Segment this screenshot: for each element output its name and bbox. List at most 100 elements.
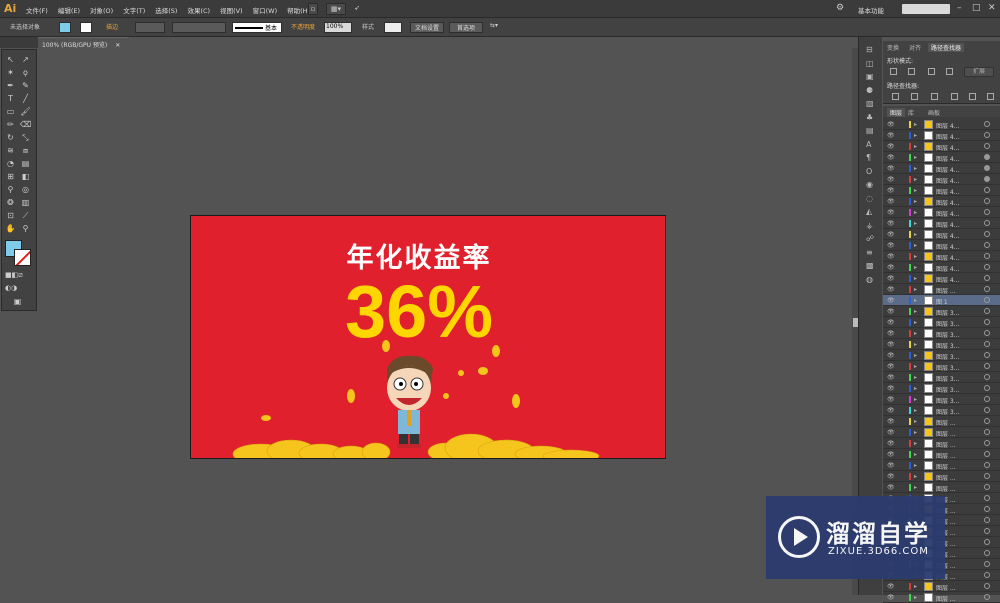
visibility-eye-icon[interactable]: 👁 <box>887 286 895 293</box>
visibility-eye-icon[interactable]: 👁 <box>887 319 895 326</box>
image-trace-icon[interactable]: ⚶ <box>866 221 873 230</box>
visibility-eye-icon[interactable]: 👁 <box>887 308 895 315</box>
target-circle-icon[interactable] <box>984 451 990 457</box>
expand-triangle-icon[interactable]: ▸ <box>914 396 917 403</box>
layer-name[interactable]: 图层 4... <box>936 220 959 229</box>
layer-name[interactable]: 图层 4... <box>936 187 959 196</box>
divide-icon[interactable] <box>892 93 899 100</box>
layer-row[interactable]: 👁 ▸ 图层 ... <box>883 482 1000 493</box>
menu-item[interactable]: 窗口(W) <box>253 5 278 15</box>
menu-item[interactable]: 选择(S) <box>155 5 177 15</box>
layer-name[interactable]: 图层 ... <box>936 484 956 493</box>
color-panel-icon[interactable]: ⊟ <box>866 45 873 54</box>
target-circle-icon[interactable] <box>984 286 990 292</box>
symbols-icon[interactable]: ▧ <box>866 99 874 108</box>
opacity-field[interactable]: 100% <box>324 22 352 33</box>
selection-tool-icon[interactable]: ↖ <box>5 54 16 65</box>
layer-row[interactable]: 👁 ▸ 图层 ... <box>883 427 1000 438</box>
layer-name[interactable]: 图层 4... <box>936 264 959 273</box>
target-circle-icon[interactable] <box>984 242 990 248</box>
layer-row[interactable]: 👁 ▸ 图层 4... <box>883 185 1000 196</box>
stroke-weight-field[interactable] <box>135 22 165 33</box>
layer-row[interactable]: 👁 ▸ 图层 ... <box>883 592 1000 603</box>
layer-name[interactable]: 图层 3... <box>936 319 959 328</box>
target-circle-icon[interactable] <box>984 297 990 303</box>
target-circle-icon[interactable] <box>984 330 990 336</box>
expand-triangle-icon[interactable]: ▸ <box>914 242 917 249</box>
tab-close-icon[interactable]: ✕ <box>115 42 120 49</box>
layer-name[interactable]: 图层 ... <box>936 473 956 482</box>
target-circle-icon[interactable] <box>984 374 990 380</box>
pencil-tool-icon[interactable]: ✏ <box>5 119 16 130</box>
workspace-switcher[interactable]: 基本功能 <box>858 5 884 15</box>
expand-triangle-icon[interactable]: ▸ <box>914 176 917 183</box>
expand-triangle-icon[interactable]: ▸ <box>914 231 917 238</box>
target-circle-icon[interactable] <box>984 473 990 479</box>
tab-align[interactable]: 对齐 <box>909 43 921 52</box>
color-mode-icons[interactable]: ■◧⧄ <box>5 270 23 281</box>
layer-name[interactable]: 图层 4... <box>936 242 959 251</box>
cartoon-illustration[interactable] <box>191 216 666 459</box>
layer-row[interactable]: 👁 ▸ 图层 4... <box>883 207 1000 218</box>
layer-name[interactable]: 图层 ... <box>936 286 956 295</box>
artboard[interactable]: 年化收益率 36% <box>190 215 666 459</box>
direct-selection-tool-icon[interactable]: ↗ <box>20 54 31 65</box>
free-transform-icon[interactable]: ⧈ <box>20 145 31 156</box>
layer-row[interactable]: 👁 ▸ 图层 ... <box>883 284 1000 295</box>
layer-row[interactable]: 👁 ▸ 图层 3... <box>883 405 1000 416</box>
expand-triangle-icon[interactable]: ▸ <box>914 462 917 469</box>
target-circle-icon[interactable] <box>984 341 990 347</box>
visibility-eye-icon[interactable]: 👁 <box>887 396 895 403</box>
transparency-icon[interactable]: ◭ <box>866 207 872 216</box>
layer-row[interactable]: 👁 ▸ 图层 4... <box>883 119 1000 130</box>
layer-row[interactable]: 👁 ▸ 图层 3... <box>883 372 1000 383</box>
layer-name[interactable]: 图层 4... <box>936 143 959 152</box>
expand-button[interactable]: 扩展 <box>964 67 994 77</box>
close-icon[interactable]: ✕ <box>988 3 996 13</box>
layer-name[interactable]: 图层 4... <box>936 176 959 185</box>
layer-row[interactable]: 👁 ▸ 图层 ... <box>883 449 1000 460</box>
target-circle-icon[interactable] <box>984 143 990 149</box>
pen-tool-icon[interactable]: ✒ <box>5 80 16 91</box>
visibility-eye-icon[interactable]: 👁 <box>887 341 895 348</box>
target-circle-icon[interactable] <box>984 583 990 589</box>
scale-tool-icon[interactable]: ⤡ <box>20 132 31 143</box>
target-circle-icon[interactable] <box>984 231 990 237</box>
search-input[interactable] <box>902 4 950 14</box>
target-circle-icon[interactable] <box>984 561 990 567</box>
layer-row[interactable]: 👁 ▸ 图层 4... <box>883 229 1000 240</box>
layer-row[interactable]: 👁 ▸ 图层 4... <box>883 152 1000 163</box>
target-circle-icon[interactable] <box>984 418 990 424</box>
expand-triangle-icon[interactable]: ▸ <box>914 330 917 337</box>
stroke-swatch[interactable] <box>80 22 92 33</box>
target-circle-icon[interactable] <box>984 187 990 193</box>
tab-libraries[interactable]: 库 <box>908 108 914 117</box>
send-icon[interactable]: ➶ <box>351 3 363 15</box>
expand-triangle-icon[interactable]: ▸ <box>914 418 917 425</box>
expand-triangle-icon[interactable]: ▸ <box>914 385 917 392</box>
layer-name[interactable]: 图 1 <box>936 297 948 306</box>
layer-row[interactable]: 👁 ▸ 图层 4... <box>883 163 1000 174</box>
layer-name[interactable]: 图层 4... <box>936 132 959 141</box>
expand-triangle-icon[interactable]: ▸ <box>914 352 917 359</box>
layer-row[interactable]: 👁 ▸ 图层 3... <box>883 361 1000 372</box>
layer-row[interactable]: 👁 ▸ 图层 ... <box>883 581 1000 592</box>
target-circle-icon[interactable] <box>984 572 990 578</box>
target-circle-icon[interactable] <box>984 396 990 402</box>
layer-name[interactable]: 图层 4... <box>936 154 959 163</box>
target-circle-icon[interactable] <box>984 198 990 204</box>
visibility-eye-icon[interactable]: 👁 <box>887 121 895 128</box>
visibility-eye-icon[interactable]: 👁 <box>887 594 895 601</box>
target-circle-icon[interactable] <box>984 407 990 413</box>
target-circle-icon[interactable] <box>984 121 990 127</box>
expand-triangle-icon[interactable]: ▸ <box>914 451 917 458</box>
visibility-eye-icon[interactable]: 👁 <box>887 352 895 359</box>
layer-name[interactable]: 图层 4... <box>936 209 959 218</box>
expand-triangle-icon[interactable]: ▸ <box>914 341 917 348</box>
fill-swatch[interactable] <box>59 22 71 33</box>
swatches-icon[interactable]: ▣ <box>866 72 874 81</box>
expand-triangle-icon[interactable]: ▸ <box>914 473 917 480</box>
target-circle-icon[interactable] <box>984 220 990 226</box>
preferences-button[interactable]: 首选项 <box>449 22 483 33</box>
document-setup-button[interactable]: 文档设置 <box>410 22 444 33</box>
